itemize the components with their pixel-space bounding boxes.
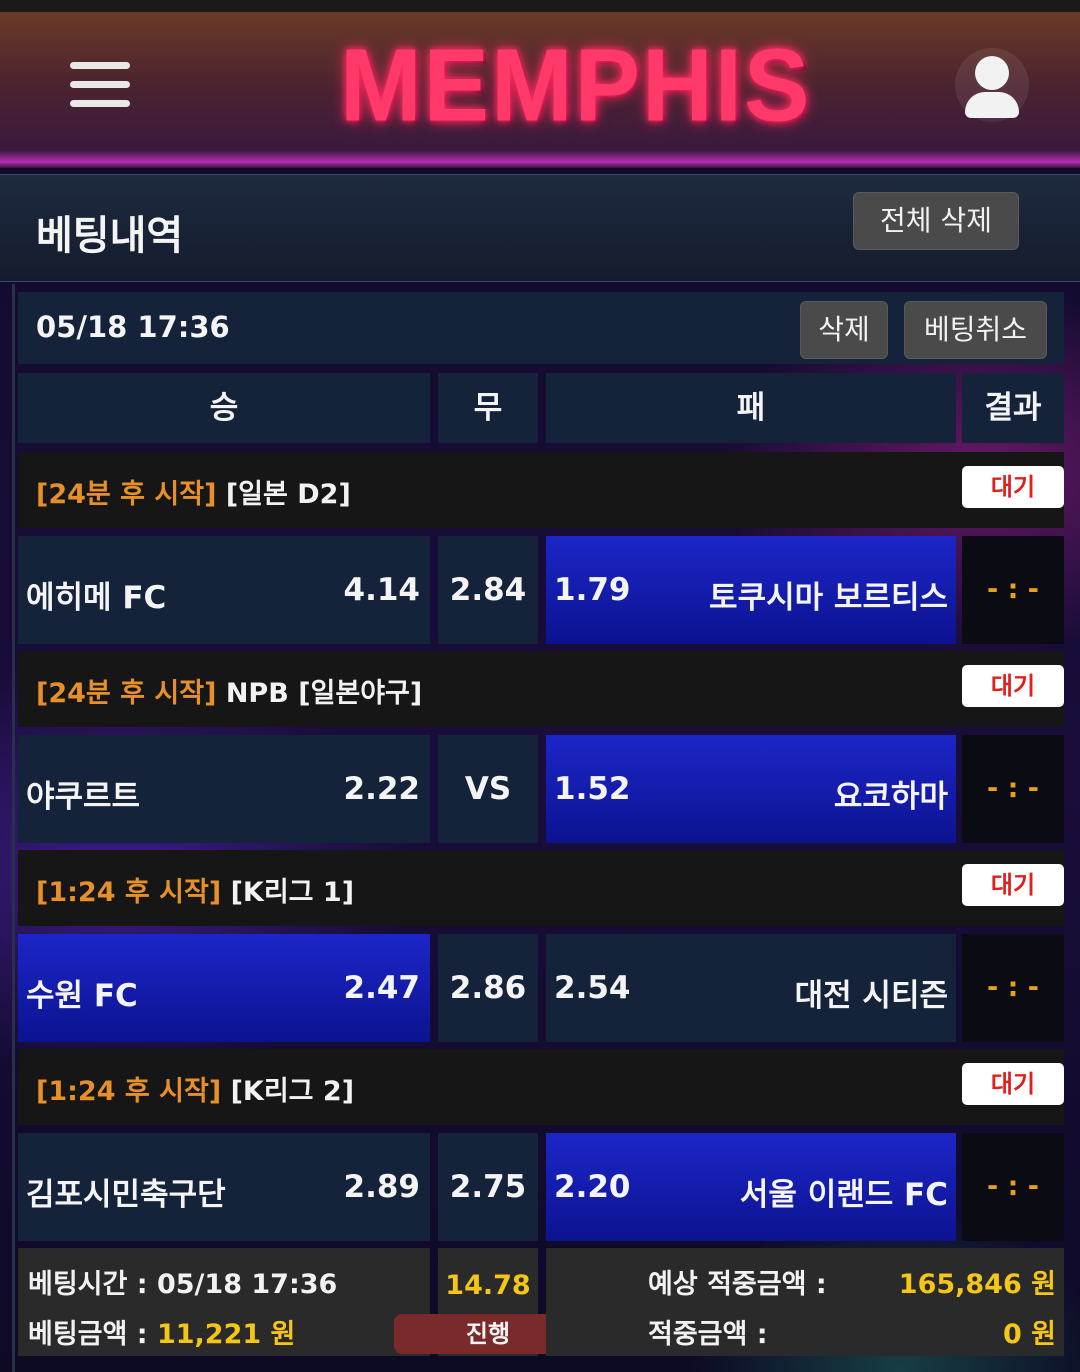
league-row: [1:24 후 시작] [K리그 2] 대기 bbox=[18, 1049, 1064, 1125]
status-badge: 대기 bbox=[962, 1063, 1064, 1105]
draw-odds: 2.86 bbox=[449, 970, 527, 1006]
away-team: 대전 시티즌 bbox=[794, 978, 948, 1014]
status-badge: 대기 bbox=[962, 466, 1064, 508]
column-header-draw: 무 bbox=[438, 373, 538, 443]
bet-time-label: 베팅시간 : bbox=[28, 1269, 148, 1300]
column-header-lose: 패 bbox=[546, 373, 956, 443]
column-header-win: 승 bbox=[18, 373, 430, 443]
away-pick-cell[interactable]: 2.54 대전 시티즌 bbox=[546, 934, 956, 1042]
win-amount-label: 적중금액 : bbox=[648, 1319, 768, 1350]
menu-icon[interactable] bbox=[70, 62, 130, 108]
draw-odds: 2.84 bbox=[449, 572, 527, 608]
start-info: [1:24 후 시작] bbox=[36, 877, 222, 908]
bet-datetime: 05/18 17:36 bbox=[36, 310, 230, 344]
league-name: [K리그 1] bbox=[230, 877, 355, 908]
page-title: 베팅내역 bbox=[36, 213, 184, 259]
draw-pick-cell[interactable]: 2.75 bbox=[438, 1133, 538, 1241]
away-odds: 2.54 bbox=[554, 970, 631, 1006]
home-odds: 2.22 bbox=[343, 771, 421, 807]
home-pick-cell[interactable]: 수원 FC 2.47 bbox=[18, 934, 430, 1042]
away-odds: 1.52 bbox=[554, 771, 631, 807]
away-team: 요코하마 bbox=[833, 779, 948, 815]
start-info: [24분 후 시작] bbox=[36, 678, 217, 709]
draw-pick-cell[interactable]: VS bbox=[438, 735, 538, 843]
home-pick-cell[interactable]: 야쿠르트 2.22 bbox=[18, 735, 430, 843]
away-odds: 1.79 bbox=[554, 572, 631, 608]
delete-bet-button[interactable]: 삭제 bbox=[800, 301, 888, 359]
bet-amount-label: 베팅금액 : bbox=[28, 1319, 148, 1350]
league-name: NPB [일본야구] bbox=[225, 678, 423, 709]
match-result: - : - bbox=[962, 536, 1064, 644]
home-pick-cell[interactable]: 에히메 FC 4.14 bbox=[18, 536, 430, 644]
home-odds: 4.14 bbox=[343, 572, 421, 608]
home-team: 에히메 FC bbox=[26, 580, 167, 616]
away-team: 서울 이랜드 FC bbox=[739, 1177, 948, 1213]
away-pick-cell[interactable]: 2.20 서울 이랜드 FC bbox=[546, 1133, 956, 1241]
cancel-bet-button[interactable]: 베팅취소 bbox=[904, 301, 1047, 359]
league-row: [24분 후 시작] [일본 D2] 대기 bbox=[18, 452, 1064, 528]
draw-pick-cell[interactable]: 2.86 bbox=[438, 934, 538, 1042]
total-odds: 14.78 bbox=[445, 1270, 531, 1301]
bet-time-value: 05/18 17:36 bbox=[156, 1269, 338, 1300]
match-result: - : - bbox=[962, 934, 1064, 1042]
draw-odds: VS bbox=[464, 771, 512, 807]
league-name: [일본 D2] bbox=[225, 479, 351, 510]
delete-all-button[interactable]: 전체 삭제 bbox=[853, 192, 1019, 250]
league-name: [K리그 2] bbox=[230, 1076, 355, 1107]
top-bar: MEMPHIS bbox=[0, 0, 1080, 168]
draw-odds: 2.75 bbox=[449, 1169, 527, 1205]
memphis-logo[interactable]: MEMPHIS bbox=[340, 27, 809, 143]
start-info: [24분 후 시작] bbox=[36, 479, 217, 510]
expected-win-label: 예상 적중금액 : bbox=[648, 1269, 827, 1300]
away-odds: 2.20 bbox=[554, 1169, 631, 1205]
expected-win-value: 165,846 원 bbox=[898, 1269, 1056, 1300]
away-pick-cell[interactable]: 1.79 토쿠시마 보르티스 bbox=[546, 536, 956, 644]
home-odds: 2.89 bbox=[343, 1169, 421, 1205]
start-info: [1:24 후 시작] bbox=[36, 1076, 222, 1107]
match-result: - : - bbox=[962, 1133, 1064, 1241]
league-row: [1:24 후 시작] [K리그 1] 대기 bbox=[18, 850, 1064, 926]
bet-amount-value: 11,221 원 bbox=[156, 1319, 296, 1350]
user-icon[interactable] bbox=[955, 48, 1029, 122]
away-pick-cell[interactable]: 1.52 요코하마 bbox=[546, 735, 956, 843]
win-amount-value: 0 원 bbox=[1002, 1319, 1056, 1350]
home-team: 김포시민축구단 bbox=[26, 1177, 226, 1213]
column-header-result: 결과 bbox=[962, 373, 1064, 443]
home-odds: 2.47 bbox=[343, 970, 421, 1006]
bet-summary-left: 베팅시간 : 05/18 17:36 베팅금액 : 11,221 원 bbox=[18, 1248, 430, 1356]
status-badge: 대기 bbox=[962, 864, 1064, 906]
home-team: 야쿠르트 bbox=[26, 779, 141, 815]
away-team: 토쿠시마 보르티스 bbox=[709, 580, 948, 616]
home-pick-cell[interactable]: 김포시민축구단 2.89 bbox=[18, 1133, 430, 1241]
status-badge: 대기 bbox=[962, 665, 1064, 707]
home-team: 수원 FC bbox=[26, 978, 138, 1014]
match-result: - : - bbox=[962, 735, 1064, 843]
draw-pick-cell[interactable]: 2.84 bbox=[438, 536, 538, 644]
league-row: [24분 후 시작] NPB [일본야구] 대기 bbox=[18, 651, 1064, 727]
bet-summary-right: 예상 적중금액 : 165,846 원 적중금액 : 0 원 bbox=[546, 1248, 1064, 1356]
